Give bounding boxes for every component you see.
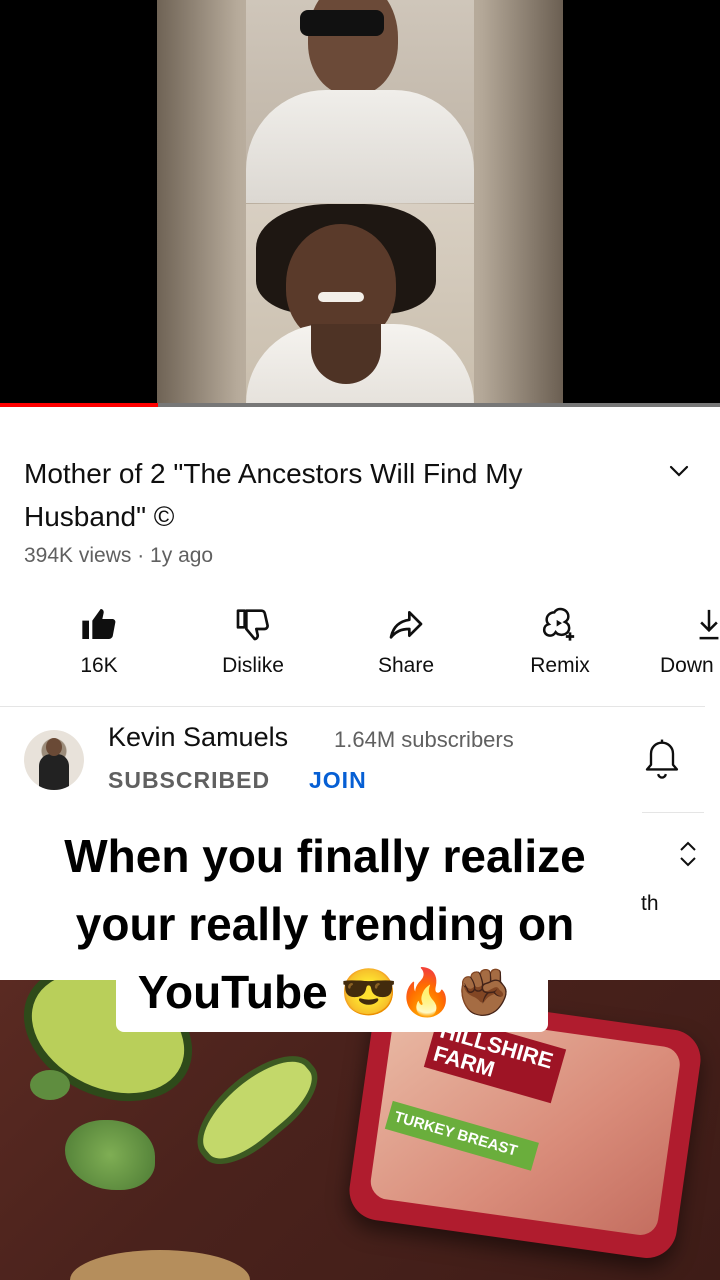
like-button[interactable]: 16K (39, 600, 159, 678)
caption-line-1: When you finally realize (64, 830, 586, 882)
subscriber-count: 1.64M subscribers (334, 727, 514, 752)
download-label: Down (660, 654, 714, 677)
video-title[interactable]: Mother of 2 "The Ancestors Will Find My … (24, 452, 644, 538)
chevron-down-icon[interactable] (664, 456, 694, 486)
lettuce-leaf (65, 1120, 155, 1190)
channel-avatar[interactable] (24, 730, 84, 790)
dislike-label: Dislike (222, 654, 284, 677)
expand-collapse-icon[interactable] (676, 838, 700, 870)
avocado-slice (180, 1037, 332, 1180)
share-button[interactable]: Share (346, 600, 466, 678)
remix-label: Remix (530, 654, 590, 677)
bread-slice (70, 1250, 250, 1280)
section-divider (0, 706, 705, 707)
like-count: 16K (80, 654, 118, 677)
caption-line-3: YouTube 😎🔥✊🏾 (137, 966, 513, 1018)
remix-icon (542, 607, 575, 641)
channel-name[interactable]: Kevin Samuels (108, 722, 288, 753)
thumbs-up-filled-icon (82, 609, 116, 639)
video-meta: 394K views · 1y ago (24, 544, 214, 567)
video-participant-bottom (246, 204, 474, 404)
bell-icon[interactable] (643, 738, 681, 782)
caption-overlay: When you finally realize your really tre… (20, 822, 630, 1026)
share-arrow-icon (389, 611, 423, 639)
video-player[interactable] (0, 0, 720, 405)
video-participant-top (246, 0, 474, 203)
action-bar: 16K Dislike Share Remix Down (0, 600, 720, 690)
share-label: Share (377, 654, 435, 677)
caption-line-2: your really trending on (75, 898, 575, 950)
remix-button[interactable]: Remix (500, 600, 620, 678)
dislike-button[interactable]: Dislike (193, 600, 313, 678)
comment-preview-fragment: th (641, 892, 659, 915)
lettuce-leaf (30, 1070, 70, 1100)
subscribed-button[interactable]: SUBSCRIBED (108, 767, 270, 794)
comments-divider (642, 812, 704, 813)
thumbs-down-icon (236, 609, 269, 641)
download-button[interactable]: Down (652, 600, 720, 678)
download-icon (699, 609, 719, 640)
join-button[interactable]: JOIN (309, 767, 367, 794)
